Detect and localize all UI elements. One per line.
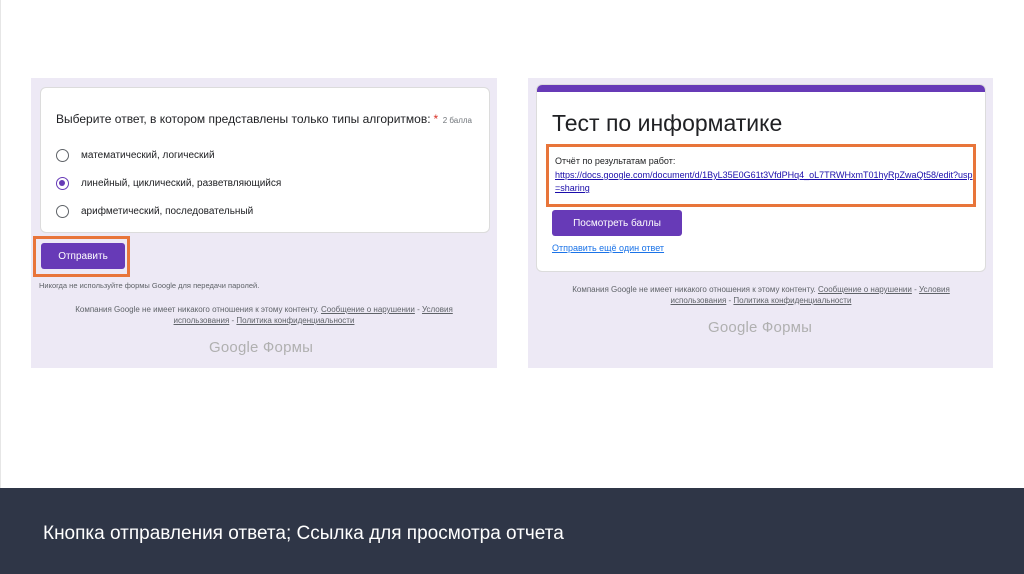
option-2[interactable]: арифметический, последовательный <box>56 203 253 219</box>
question-card: Выберите ответ, в котором представлены т… <box>40 87 490 233</box>
footer-separator: - <box>911 285 919 294</box>
report-abuse-link[interactable]: Сообщение о нарушении <box>321 305 415 314</box>
slide-caption: Кнопка отправления ответа; Ссылка для пр… <box>43 523 564 544</box>
radio-icon[interactable] <box>56 148 69 162</box>
password-warning: Никогда не используйте формы Google для … <box>39 281 260 290</box>
submit-highlight-box: Отправить <box>33 236 130 277</box>
option-label: линейный, циклический, разветвляющийся <box>81 177 282 189</box>
left-edge-rule <box>0 0 1 488</box>
footer-disclaimer: Компания Google не имеет никакого отноше… <box>75 305 319 314</box>
google-forms-logo: Google Формы <box>209 339 314 356</box>
form-footer: Компания Google не имеет никакого отноше… <box>51 304 477 326</box>
footer-disclaimer: Компания Google не имеет никакого отноше… <box>572 285 816 294</box>
footer-separator: - <box>414 305 422 314</box>
radio-icon[interactable] <box>56 204 69 218</box>
question-title: Выберите ответ, в котором представлены т… <box>56 112 438 126</box>
form-footer: Компания Google не имеет никакого отноше… <box>548 284 974 306</box>
option-label: арифметический, последовательный <box>81 205 254 217</box>
report-link[interactable]: https://docs.google.com/document/d/1ByL3… <box>555 169 975 195</box>
option-label: математический, логический <box>81 149 215 161</box>
form-screenshot-question: Выберите ответ, в котором представлены т… <box>31 78 497 368</box>
report-abuse-link[interactable]: Сообщение о нарушении <box>818 285 912 294</box>
card-accent-bar <box>537 85 985 92</box>
form-title: Тест по информатике <box>552 110 783 136</box>
required-asterisk: * <box>433 112 439 126</box>
privacy-link[interactable]: Политика конфиденциальности <box>733 296 851 305</box>
view-scores-button[interactable]: Посмотреть баллы <box>552 210 682 236</box>
submit-button[interactable]: Отправить <box>41 243 125 269</box>
form-screenshot-confirmation: Тест по информатике Отчёт по результатам… <box>528 78 993 368</box>
report-highlight-box: Отчёт по результатам работ: https://docs… <box>546 144 976 207</box>
question-text: Выберите ответ, в котором представлены т… <box>56 112 431 126</box>
option-0[interactable]: математический, логический <box>56 147 215 163</box>
caption-band: Кнопка отправления ответа; Ссылка для пр… <box>0 488 1024 574</box>
report-label: Отчёт по результатам работ: <box>555 156 676 166</box>
privacy-link[interactable]: Политика конфиденциальности <box>236 316 354 325</box>
slide-area: Выберите ответ, в котором представлены т… <box>0 0 1024 488</box>
confirmation-card: Тест по информатике Отчёт по результатам… <box>536 84 986 272</box>
option-1[interactable]: линейный, циклический, разветвляющийся <box>56 175 281 191</box>
submit-another-link[interactable]: Отправить ещё один ответ <box>552 243 664 253</box>
google-forms-logo: Google Формы <box>708 319 813 336</box>
question-points: 2 балла <box>442 116 472 125</box>
radio-checked-icon[interactable] <box>56 176 69 190</box>
